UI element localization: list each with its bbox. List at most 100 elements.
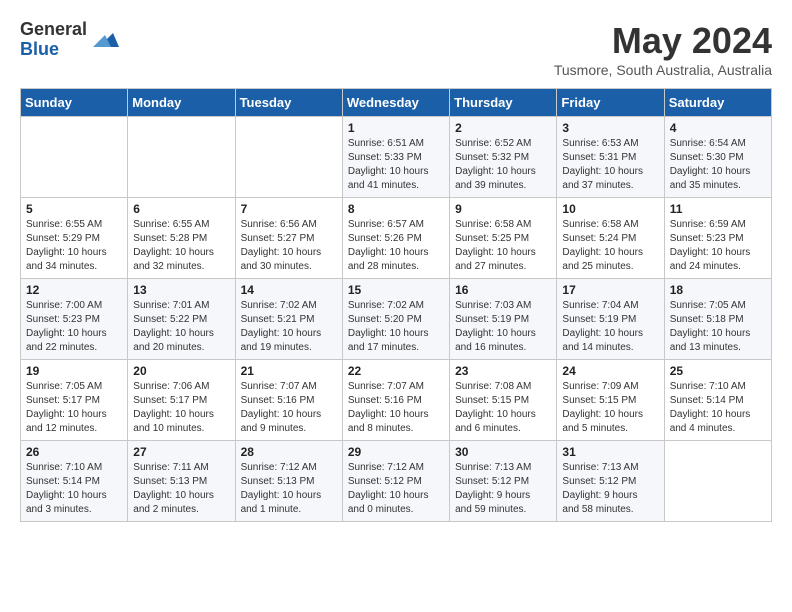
day-info: Sunrise: 6:51 AM Sunset: 5:33 PM Dayligh…: [348, 137, 444, 193]
day-header-friday: Friday: [557, 89, 664, 117]
calendar-week-row: 5 Sunrise: 6:55 AM Sunset: 5:29 PM Daylig…: [21, 198, 772, 279]
calendar-week-row: 12Sunrise: 7:00 AM Sunset: 5:23 PM Dayli…: [21, 279, 772, 360]
day-info: Sunrise: 6:52 AM Sunset: 5:32 PM Dayligh…: [455, 137, 551, 193]
day-number: 9: [455, 202, 551, 216]
day-number: 3: [562, 121, 658, 135]
calendar-cell: [128, 117, 235, 198]
calendar-cell: 7 Sunrise: 6:56 AM Sunset: 5:27 PM Daylig…: [235, 198, 342, 279]
calendar-cell: 5 Sunrise: 6:55 AM Sunset: 5:29 PM Daylig…: [21, 198, 128, 279]
day-info: Sunrise: 7:11 AM Sunset: 5:13 PM Dayligh…: [133, 461, 229, 517]
day-number: 14: [241, 283, 337, 297]
day-info: Sunrise: 7:01 AM Sunset: 5:22 PM Dayligh…: [133, 299, 229, 355]
day-info: Sunrise: 6:59 AM Sunset: 5:23 PM Dayligh…: [670, 218, 766, 274]
day-number: 11: [670, 202, 766, 216]
calendar-cell: 16 Sunrise: 7:03 AM Sunset: 5:19 PM Dayli…: [450, 279, 557, 360]
day-info: Sunrise: 6:57 AM Sunset: 5:26 PM Dayligh…: [348, 218, 444, 274]
calendar-cell: 9 Sunrise: 6:58 AM Sunset: 5:25 PM Daylig…: [450, 198, 557, 279]
day-number: 16: [455, 283, 551, 297]
day-headers-row: SundayMondayTuesdayWednesdayThursdayFrid…: [21, 89, 772, 117]
calendar-cell: 24Sunrise: 7:09 AM Sunset: 5:15 PM Dayli…: [557, 360, 664, 441]
day-info: Sunrise: 6:56 AM Sunset: 5:27 PM Dayligh…: [241, 218, 337, 274]
day-number: 19: [26, 364, 122, 378]
day-number: 31: [562, 445, 658, 459]
day-info: Sunrise: 6:55 AM Sunset: 5:29 PM Dayligh…: [26, 218, 122, 274]
calendar-cell: 3 Sunrise: 6:53 AM Sunset: 5:31 PM Daylig…: [557, 117, 664, 198]
day-info: Sunrise: 6:54 AM Sunset: 5:30 PM Dayligh…: [670, 137, 766, 193]
calendar-table: SundayMondayTuesdayWednesdayThursdayFrid…: [20, 88, 772, 522]
calendar-cell: 21Sunrise: 7:07 AM Sunset: 5:16 PM Dayli…: [235, 360, 342, 441]
day-number: 7: [241, 202, 337, 216]
calendar-cell: 10 Sunrise: 6:58 AM Sunset: 5:24 PM Dayli…: [557, 198, 664, 279]
day-header-thursday: Thursday: [450, 89, 557, 117]
day-header-wednesday: Wednesday: [342, 89, 449, 117]
calendar-cell: 26 Sunrise: 7:10 AM Sunset: 5:14 PM Dayli…: [21, 441, 128, 522]
day-info: Sunrise: 7:12 AM Sunset: 5:13 PM Dayligh…: [241, 461, 337, 517]
logo-general: General: [20, 20, 87, 40]
calendar-cell: [664, 441, 771, 522]
day-number: 17: [562, 283, 658, 297]
page-header: General Blue May 2024 Tusmore, South Aus…: [20, 20, 772, 78]
calendar-cell: 28 Sunrise: 7:12 AM Sunset: 5:13 PM Dayli…: [235, 441, 342, 522]
day-info: Sunrise: 6:58 AM Sunset: 5:25 PM Dayligh…: [455, 218, 551, 274]
calendar-cell: 4 Sunrise: 6:54 AM Sunset: 5:30 PM Daylig…: [664, 117, 771, 198]
logo-icon: [91, 25, 121, 55]
day-info: Sunrise: 7:12 AM Sunset: 5:12 PM Dayligh…: [348, 461, 444, 517]
calendar-cell: 1 Sunrise: 6:51 AM Sunset: 5:33 PM Daylig…: [342, 117, 449, 198]
day-info: Sunrise: 6:58 AM Sunset: 5:24 PM Dayligh…: [562, 218, 658, 274]
day-info: Sunrise: 6:53 AM Sunset: 5:31 PM Dayligh…: [562, 137, 658, 193]
day-number: 20: [133, 364, 229, 378]
day-number: 22: [348, 364, 444, 378]
day-number: 21: [241, 364, 337, 378]
day-info: Sunrise: 7:04 AM Sunset: 5:19 PM Dayligh…: [562, 299, 658, 355]
logo-blue: Blue: [20, 40, 87, 60]
calendar-cell: 2Sunrise: 6:52 AM Sunset: 5:32 PM Daylig…: [450, 117, 557, 198]
calendar-cell: 20 Sunrise: 7:06 AM Sunset: 5:17 PM Dayli…: [128, 360, 235, 441]
calendar-cell: 15 Sunrise: 7:02 AM Sunset: 5:20 PM Dayli…: [342, 279, 449, 360]
calendar-cell: 6Sunrise: 6:55 AM Sunset: 5:28 PM Daylig…: [128, 198, 235, 279]
day-number: 1: [348, 121, 444, 135]
calendar-cell: 30Sunrise: 7:13 AM Sunset: 5:12 PM Dayli…: [450, 441, 557, 522]
day-info: Sunrise: 7:03 AM Sunset: 5:19 PM Dayligh…: [455, 299, 551, 355]
day-header-tuesday: Tuesday: [235, 89, 342, 117]
day-info: Sunrise: 7:10 AM Sunset: 5:14 PM Dayligh…: [26, 461, 122, 517]
calendar-cell: 18 Sunrise: 7:05 AM Sunset: 5:18 PM Dayli…: [664, 279, 771, 360]
day-info: Sunrise: 7:02 AM Sunset: 5:21 PM Dayligh…: [241, 299, 337, 355]
day-number: 10: [562, 202, 658, 216]
day-number: 18: [670, 283, 766, 297]
day-info: Sunrise: 6:55 AM Sunset: 5:28 PM Dayligh…: [133, 218, 229, 274]
title-block: May 2024 Tusmore, South Australia, Austr…: [554, 20, 772, 78]
day-info: Sunrise: 7:13 AM Sunset: 5:12 PM Dayligh…: [562, 461, 658, 517]
day-header-monday: Monday: [128, 89, 235, 117]
calendar-cell: 8 Sunrise: 6:57 AM Sunset: 5:26 PM Daylig…: [342, 198, 449, 279]
calendar-cell: 27 Sunrise: 7:11 AM Sunset: 5:13 PM Dayli…: [128, 441, 235, 522]
calendar-cell: 13 Sunrise: 7:01 AM Sunset: 5:22 PM Dayli…: [128, 279, 235, 360]
day-number: 25: [670, 364, 766, 378]
day-info: Sunrise: 7:02 AM Sunset: 5:20 PM Dayligh…: [348, 299, 444, 355]
day-number: 5: [26, 202, 122, 216]
day-number: 23: [455, 364, 551, 378]
calendar-cell: 23Sunrise: 7:08 AM Sunset: 5:15 PM Dayli…: [450, 360, 557, 441]
logo: General Blue: [20, 20, 121, 60]
day-number: 26: [26, 445, 122, 459]
day-number: 13: [133, 283, 229, 297]
day-info: Sunrise: 7:05 AM Sunset: 5:18 PM Dayligh…: [670, 299, 766, 355]
calendar-cell: [21, 117, 128, 198]
calendar-cell: 31 Sunrise: 7:13 AM Sunset: 5:12 PM Dayli…: [557, 441, 664, 522]
day-number: 15: [348, 283, 444, 297]
day-info: Sunrise: 7:06 AM Sunset: 5:17 PM Dayligh…: [133, 380, 229, 436]
day-number: 27: [133, 445, 229, 459]
calendar-week-row: 19 Sunrise: 7:05 AM Sunset: 5:17 PM Dayli…: [21, 360, 772, 441]
calendar-week-row: 26 Sunrise: 7:10 AM Sunset: 5:14 PM Dayli…: [21, 441, 772, 522]
day-number: 28: [241, 445, 337, 459]
calendar-cell: 22 Sunrise: 7:07 AM Sunset: 5:16 PM Dayli…: [342, 360, 449, 441]
day-info: Sunrise: 7:10 AM Sunset: 5:14 PM Dayligh…: [670, 380, 766, 436]
day-number: 29: [348, 445, 444, 459]
calendar-cell: 29 Sunrise: 7:12 AM Sunset: 5:12 PM Dayli…: [342, 441, 449, 522]
day-info: Sunrise: 7:00 AM Sunset: 5:23 PM Dayligh…: [26, 299, 122, 355]
day-number: 4: [670, 121, 766, 135]
calendar-cell: 17 Sunrise: 7:04 AM Sunset: 5:19 PM Dayli…: [557, 279, 664, 360]
day-info: Sunrise: 7:05 AM Sunset: 5:17 PM Dayligh…: [26, 380, 122, 436]
calendar-cell: [235, 117, 342, 198]
day-number: 8: [348, 202, 444, 216]
day-info: Sunrise: 7:07 AM Sunset: 5:16 PM Dayligh…: [348, 380, 444, 436]
